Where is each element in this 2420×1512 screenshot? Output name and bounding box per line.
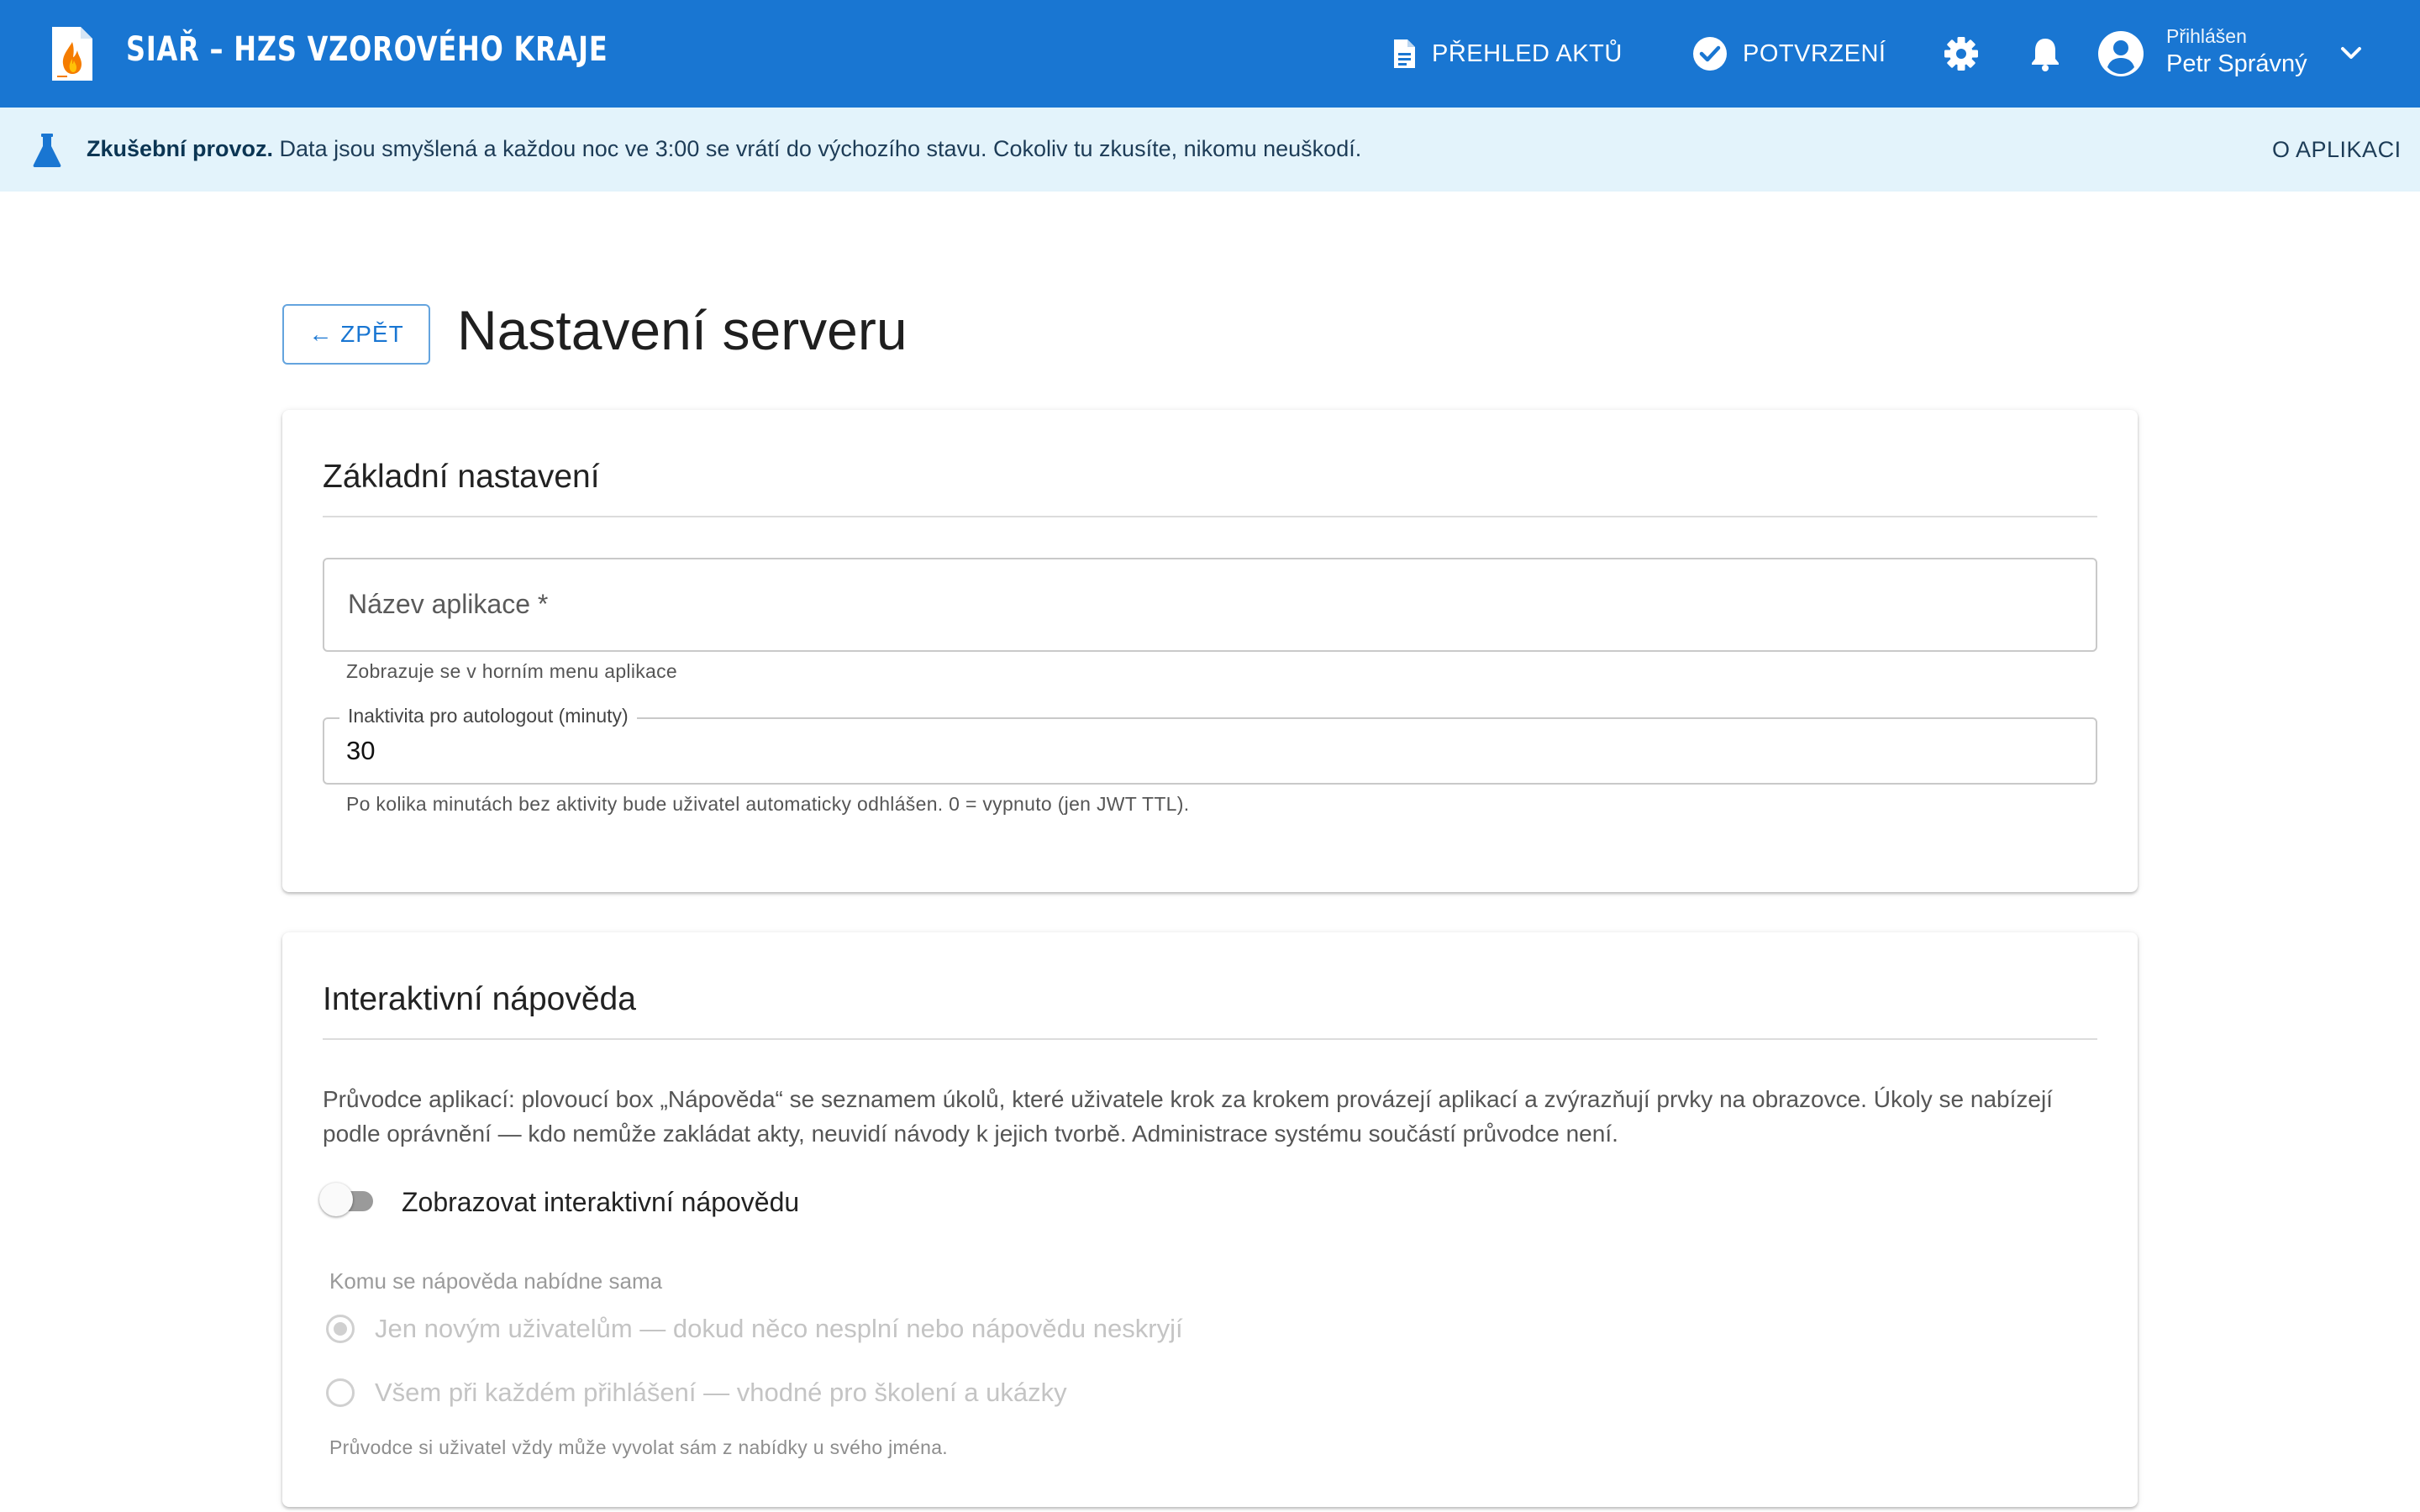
audience-option-label: Všem při každém přihlášení — vhodné pro … [375,1378,1067,1407]
chevron-down-icon[interactable] [2334,39,2368,69]
trial-mode-text: Zkušební provoz. Data jsou smyšlená a ka… [87,136,1361,162]
document-icon [1394,39,1415,68]
gear-icon [1944,37,1978,71]
nav-confirmations-button[interactable]: POTVRZENÍ [1692,30,1886,77]
radio-button[interactable] [326,1378,355,1407]
back-button[interactable]: ← ZPĚT [282,304,430,365]
interactive-help-description: Průvodce aplikací: plovoucí box „Nápověd… [323,1086,2053,1147]
audience-option-new-users[interactable]: Jen novým uživatelům — dokud něco nespln… [326,1312,1183,1346]
interactive-help-title: Interaktivní nápověda [323,981,636,1017]
user-caption: Přihlášen [2166,25,2247,47]
toggle-thumb [319,1183,353,1216]
page-title: Nastavení serveru [457,299,908,361]
trial-mode-strong: Zkušební provoz. [87,136,274,161]
app-name-hint: Zobrazuje se v horním menu aplikace [346,660,678,682]
app-title[interactable]: SIAŘ – HZS VZOROVÉHO KRAJE [126,30,608,69]
radio-dot [334,1322,347,1336]
app-name-field[interactable]: Název aplikace * [323,558,2097,652]
inactivity-field[interactable]: Inaktivita pro autologout (minuty) [323,705,2097,785]
inactivity-label: Inaktivita pro autologout (minuty) [339,705,637,727]
help-footer-hint: Průvodce si uživatel vždy může vyvolat s… [329,1436,948,1458]
divider [323,1038,2097,1040]
trial-mode-description: Data jsou smyšlená a každou noc ve 3:00 … [279,136,1362,161]
app-name-label: Název aplikace * [348,589,549,619]
inactivity-input[interactable] [346,736,850,766]
basic-settings-title: Základní nastavení [323,459,600,495]
user-name: Petr Správný [2166,50,2307,78]
about-app-link[interactable]: O APLIKACI [2272,137,2402,163]
notifications-button[interactable] [2025,34,2065,74]
audience-group-label: Komu se nápověda nabídne sama [329,1268,663,1294]
bell-icon [2032,39,2059,71]
basic-settings-card: Základní nastavení Název aplikace * Zobr… [282,410,2138,892]
nav-confirm-label: POTVRZENÍ [1743,39,1886,67]
show-help-toggle-label[interactable]: Zobrazovat interaktivní nápovědu [402,1187,799,1218]
user-menu[interactable]: Přihlášen Petr Správný [2166,25,2307,79]
app-logo-icon[interactable] [50,25,94,82]
inactivity-hint: Po kolika minutách bez aktivity bude uži… [346,793,1190,815]
interactive-help-card: Interaktivní nápověda Průvodce aplikací:… [282,932,2138,1507]
nav-acts-overview-button[interactable]: PŘEHLED AKTŮ [1392,30,1623,77]
settings-button[interactable] [1941,34,1981,74]
divider [323,516,2097,517]
top-app-bar: SIAŘ – HZS VZOROVÉHO KRAJE PŘEHLED AKTŮ … [0,0,2420,108]
audience-option-everyone[interactable]: Všem při každém přihlášení — vhodné pro … [326,1376,1067,1410]
show-help-toggle[interactable] [319,1181,380,1218]
radio-button-selected[interactable] [326,1315,355,1343]
user-avatar-icon[interactable] [2097,30,2144,77]
check-circle-icon [1693,37,1727,71]
flask-icon [33,134,61,167]
audience-option-label: Jen novým uživatelům — dokud něco nespln… [375,1314,1183,1343]
nav-acts-label: PŘEHLED AKTŮ [1432,39,1623,67]
